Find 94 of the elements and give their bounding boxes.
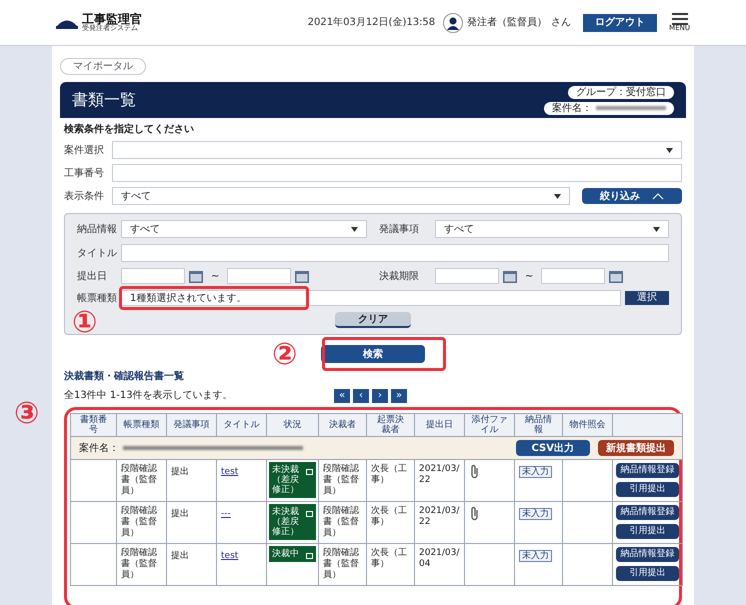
pager-button[interactable]: › <box>372 388 388 402</box>
dropdown-caret-icon <box>653 226 660 232</box>
table-cell-text: 段階確認書（監督員） <box>323 506 360 539</box>
field-label: 帳票種類 <box>77 292 118 306</box>
select-button[interactable]: 選択 <box>625 291 669 305</box>
date-field[interactable] <box>121 268 185 284</box>
table-cell-text: 段階確認書（監督員） <box>323 464 360 497</box>
group-badge: グループ：受付窓口 <box>568 86 674 98</box>
user-name: 発注者（監督員） <box>467 16 548 30</box>
table-cell: 提出 <box>171 509 189 519</box>
action-button[interactable]: 納品情報登録 <box>616 463 679 478</box>
form-type-field[interactable]: 1種類選択されています。 <box>121 290 621 306</box>
table-cell-text: 段階確認書（監督員） <box>323 548 360 581</box>
pager-button[interactable]: « <box>334 388 350 402</box>
datetime: 2021年03月12日(金)13:58 <box>308 16 436 30</box>
table-cell: 2021/03/22 <box>419 464 460 486</box>
date-field[interactable] <box>227 268 292 284</box>
search-instruction: 検索条件を指定してください <box>64 122 195 137</box>
table-cell-text: 次長（工事） <box>371 506 408 528</box>
table-cell: 提出 <box>171 467 189 477</box>
user-suffix: さん <box>551 16 572 30</box>
menu-icon <box>672 13 688 25</box>
callout-number: ③ <box>14 399 40 429</box>
status-badge: 未入力 <box>519 508 552 520</box>
dropdown-caret-icon <box>666 148 673 152</box>
filter-toggle-button[interactable]: 絞り込み <box>582 188 682 204</box>
action-button[interactable]: 引用提出 <box>616 524 679 539</box>
column-header[interactable]: 書類番号 <box>70 414 116 436</box>
select-field[interactable]: すべて <box>121 220 367 238</box>
field-label: 表示条件 <box>64 190 105 204</box>
range-separator: ~ <box>211 270 220 284</box>
date-field[interactable] <box>435 268 499 284</box>
result-count: 全13件中 1-13件を表示しています。 <box>64 388 234 403</box>
project-label: 案件名： <box>79 442 119 456</box>
status-badge: 未入力 <box>519 550 552 562</box>
csv-export-button[interactable]: CSV出力 <box>516 440 590 456</box>
calendar-icon[interactable] <box>189 270 203 282</box>
table-cell-text: 段階確認書（監督員） <box>121 464 158 497</box>
new-document-button[interactable]: 新規書類提出 <box>598 440 674 456</box>
table-cell-text: 次長（工事） <box>371 464 408 486</box>
table-cell: 2021/03/22 <box>419 506 460 528</box>
status-label[interactable]: 未決裁（差戻修正） <box>269 462 316 498</box>
calendar-icon[interactable] <box>609 270 624 282</box>
action-button[interactable]: 引用提出 <box>616 482 679 497</box>
breadcrumb-link[interactable]: マイポータル <box>60 58 146 75</box>
select-field[interactable]: すべて <box>112 187 570 205</box>
field-label: 提出日 <box>77 270 108 284</box>
table-cell: 提出 <box>171 551 189 561</box>
calendar-icon[interactable] <box>295 270 310 282</box>
project-badge: 案件名： <box>544 102 674 114</box>
dropdown-caret-icon <box>351 226 358 232</box>
status-label[interactable]: 決裁中 <box>269 546 316 562</box>
title-link[interactable]: --- <box>221 509 231 519</box>
table-cell-text: 段階確認書（監督員） <box>121 506 158 539</box>
pager-button[interactable]: » <box>391 388 407 402</box>
select-field[interactable]: すべて <box>435 220 669 238</box>
search-button[interactable]: 検索 <box>321 345 425 363</box>
table-cell-text: 段階確認書（監督員） <box>121 548 158 581</box>
status-label[interactable]: 未決裁（差戻修正） <box>269 504 316 540</box>
field-label: 工事番号 <box>64 166 105 180</box>
logout-button[interactable]: ログアウト <box>583 14 658 32</box>
title-link[interactable]: test <box>221 551 238 561</box>
text-field[interactable] <box>112 164 682 182</box>
document-icon <box>306 469 313 475</box>
action-button[interactable]: 納品情報登録 <box>616 547 679 562</box>
avatar-icon <box>443 12 464 32</box>
title-link[interactable]: test <box>221 467 238 477</box>
status-badge: 未入力 <box>519 466 552 478</box>
chevron-icon <box>652 192 664 200</box>
document-icon <box>306 511 313 517</box>
logo-title: 工事監理官 <box>82 13 142 25</box>
page-title-bar: 書類一覧 グループ：受付窓口 案件名： <box>60 82 686 118</box>
field-label: 案件選択 <box>64 144 105 158</box>
callout-number: ② <box>272 340 298 370</box>
range-separator: ~ <box>525 270 534 284</box>
date-field[interactable] <box>541 268 606 284</box>
redacted-text <box>596 106 666 110</box>
results-title: 決裁書類・確認報告書一覧 <box>64 370 185 384</box>
field-label: 納品情報 <box>77 222 118 236</box>
document-icon <box>306 553 313 559</box>
table-cell: 2021/03/04 <box>419 548 460 570</box>
pager-button[interactable]: ‹ <box>353 388 369 402</box>
callout-number: ① <box>72 308 98 338</box>
field-label: タイトル <box>77 246 118 260</box>
table-cell-text: 次長（工事） <box>371 548 408 570</box>
select-field[interactable] <box>112 141 682 159</box>
field-label: 決裁期限 <box>379 270 420 284</box>
text-field[interactable] <box>121 244 669 262</box>
clear-button[interactable]: クリア <box>335 312 411 328</box>
field-label: 発議事項 <box>379 222 420 236</box>
action-button[interactable]: 引用提出 <box>616 566 679 581</box>
calendar-icon[interactable] <box>503 270 517 282</box>
dropdown-caret-icon <box>554 194 561 198</box>
action-button[interactable]: 納品情報登録 <box>616 505 679 520</box>
